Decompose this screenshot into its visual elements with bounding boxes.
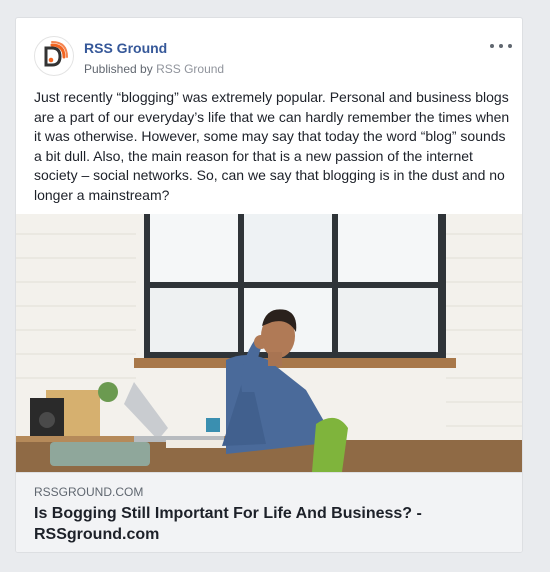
page-avatar[interactable] (34, 36, 74, 76)
dot (499, 44, 503, 48)
post-body-text: Just recently “blogging” was extremely p… (34, 89, 510, 203)
post-image[interactable] (16, 214, 522, 472)
man-at-laptop-photo (16, 214, 522, 472)
rss-ground-logo-icon (44, 41, 68, 67)
post-header: RSS Ground Published by RSS Ground (16, 18, 522, 86)
page-name-link[interactable]: RSS Ground (84, 40, 167, 56)
dot (508, 44, 512, 48)
published-prefix: Published by (84, 62, 153, 76)
dot (490, 44, 494, 48)
link-title[interactable]: Is Bogging Still Important For Life And … (34, 503, 504, 545)
post-card: RSS Ground Published by RSS Ground Just … (15, 17, 523, 553)
published-page-link[interactable]: RSS Ground (156, 62, 224, 76)
published-line: Published by RSS Ground (84, 62, 224, 76)
link-domain: RSSGROUND.COM (34, 485, 144, 499)
link-preview[interactable]: RSSGROUND.COM Is Bogging Still Important… (16, 472, 522, 552)
more-options-icon[interactable] (490, 38, 512, 54)
